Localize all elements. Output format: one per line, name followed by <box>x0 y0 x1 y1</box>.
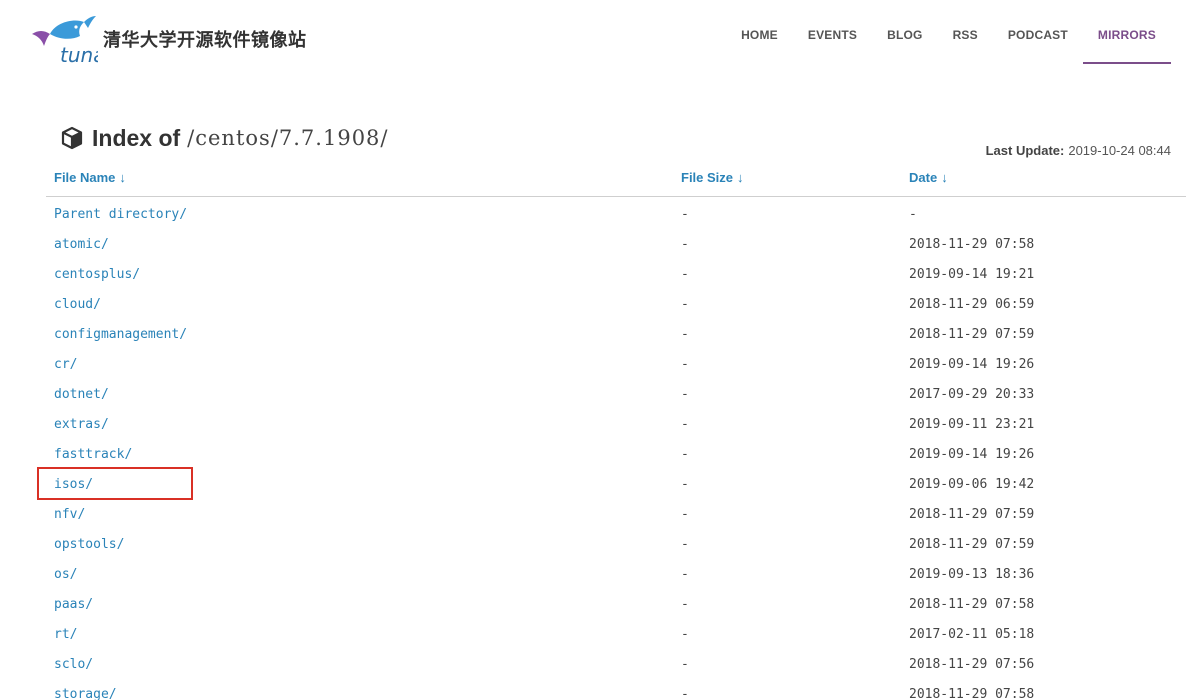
date-header-label: Date <box>909 170 938 185</box>
table-row: atomic/ - 2018-11-29 07:58 <box>46 229 1186 259</box>
file-size: - <box>681 387 689 402</box>
file-link[interactable]: sclo/ <box>54 657 93 672</box>
file-size: - <box>681 327 689 342</box>
file-link[interactable]: rt/ <box>54 627 77 642</box>
file-date: 2019-09-11 23:21 <box>909 417 1035 432</box>
table-row: os/ - 2019-09-13 18:36 <box>46 559 1186 589</box>
arrow-down-icon: ↓ <box>119 170 126 185</box>
file-date: - <box>909 207 917 222</box>
table-row: nfv/ - 2018-11-29 07:59 <box>46 499 1186 529</box>
cube-icon <box>61 126 83 150</box>
file-link[interactable]: os/ <box>54 567 77 582</box>
tuna-logo-icon: tuna <box>32 16 98 66</box>
file-link[interactable]: storage/ <box>54 687 117 700</box>
file-date: 2017-09-29 20:33 <box>909 387 1035 402</box>
nav-blog[interactable]: BLOG <box>872 0 937 64</box>
size-header-label: File Size <box>681 170 734 185</box>
mirror-index-page: tuna 清华大学开源软件镜像站 HOME EVENTS BLOG RSS PO… <box>0 0 1194 700</box>
nav-rss[interactable]: RSS <box>938 0 993 64</box>
site-title[interactable]: 清华大学开源软件镜像站 <box>103 26 307 52</box>
file-link[interactable]: centosplus/ <box>54 267 140 282</box>
file-link[interactable]: extras/ <box>54 417 109 432</box>
table-row: storage/ - 2018-11-29 07:58 <box>46 679 1186 700</box>
file-link[interactable]: cr/ <box>54 357 77 372</box>
last-update: Last Update: 2019-10-24 08:44 <box>986 143 1171 158</box>
file-size: - <box>681 297 689 312</box>
file-date: 2019-09-13 18:36 <box>909 567 1035 582</box>
file-link[interactable]: opstools/ <box>54 537 124 552</box>
file-size: - <box>681 657 689 672</box>
file-size: - <box>681 237 689 252</box>
table-row: opstools/ - 2018-11-29 07:59 <box>46 529 1186 559</box>
file-date: 2018-11-29 07:56 <box>909 657 1035 672</box>
file-size: - <box>681 567 689 582</box>
table-row: configmanagement/ - 2018-11-29 07:59 <box>46 319 1186 349</box>
table-row: cloud/ - 2018-11-29 06:59 <box>46 289 1186 319</box>
table-row: paas/ - 2018-11-29 07:58 <box>46 589 1186 619</box>
file-size: - <box>681 687 689 700</box>
table-row: isos/ - 2019-09-06 19:42 <box>46 469 1186 499</box>
file-date: 2018-11-29 07:59 <box>909 537 1035 552</box>
table-row: extras/ - 2019-09-11 23:21 <box>46 409 1186 439</box>
file-size: - <box>681 267 689 282</box>
site-brand[interactable]: tuna 清华大学开源软件镜像站 <box>30 14 320 66</box>
file-size: - <box>681 207 689 222</box>
top-nav: HOME EVENTS BLOG RSS PODCAST MIRRORS <box>726 0 1171 64</box>
file-size: - <box>681 507 689 522</box>
file-date: 2018-11-29 07:59 <box>909 327 1035 342</box>
table-row: sclo/ - 2018-11-29 07:56 <box>46 649 1186 679</box>
file-size: - <box>681 447 689 462</box>
file-date: 2018-11-29 07:58 <box>909 687 1035 700</box>
file-date: 2018-11-29 07:59 <box>909 507 1035 522</box>
page-title: Index of /centos/7.7.1908/ <box>60 122 389 154</box>
file-link[interactable]: cloud/ <box>54 297 101 312</box>
file-link[interactable]: paas/ <box>54 597 93 612</box>
file-size: - <box>681 357 689 372</box>
file-size: - <box>681 417 689 432</box>
table-body: Parent directory/ - - atomic/ - 2018-11-29 07… <box>46 199 1186 700</box>
file-date: 2019-09-14 19:26 <box>909 447 1035 462</box>
file-link[interactable]: fasttrack/ <box>54 447 132 462</box>
file-link[interactable]: nfv/ <box>54 507 85 522</box>
file-size: - <box>681 537 689 552</box>
table-row: fasttrack/ - 2019-09-14 19:26 <box>46 439 1186 469</box>
nav-events[interactable]: EVENTS <box>793 0 872 64</box>
table-row: dotnet/ - 2017-09-29 20:33 <box>46 379 1186 409</box>
table-row: Parent directory/ - - <box>46 199 1186 229</box>
file-size: - <box>681 627 689 642</box>
arrow-down-icon: ↓ <box>737 170 744 185</box>
file-link[interactable]: isos/ <box>54 477 93 492</box>
file-date: 2017-02-11 05:18 <box>909 627 1035 642</box>
sort-by-name[interactable]: File Name ↓ <box>54 170 126 185</box>
file-link[interactable]: Parent directory/ <box>54 207 187 222</box>
file-size: - <box>681 597 689 612</box>
file-link[interactable]: configmanagement/ <box>54 327 187 342</box>
table-header: File Name ↓ File Size ↓ Date ↓ <box>46 163 1186 197</box>
sort-by-date[interactable]: Date ↓ <box>909 170 948 185</box>
name-header-label: File Name <box>54 170 116 185</box>
nav-podcast[interactable]: PODCAST <box>993 0 1083 64</box>
last-update-label: Last Update: <box>985 143 1065 158</box>
arrow-down-icon: ↓ <box>941 170 948 185</box>
nav-mirrors[interactable]: MIRRORS <box>1082 0 1171 64</box>
table-row: cr/ - 2019-09-14 19:26 <box>46 349 1186 379</box>
file-date: 2019-09-14 19:26 <box>909 357 1035 372</box>
nav-home[interactable]: HOME <box>726 0 793 64</box>
file-size: - <box>681 477 689 492</box>
file-date: 2018-11-29 06:59 <box>909 297 1035 312</box>
file-link[interactable]: atomic/ <box>54 237 109 252</box>
file-listing-table: File Name ↓ File Size ↓ Date ↓ Parent direc… <box>46 163 1186 700</box>
file-date: 2019-09-14 19:21 <box>909 267 1035 282</box>
file-date: 2018-11-29 07:58 <box>909 597 1035 612</box>
table-row: rt/ - 2017-02-11 05:18 <box>46 619 1186 649</box>
title-prefix: Index of <box>92 124 181 151</box>
table-row: centosplus/ - 2019-09-14 19:21 <box>46 259 1186 289</box>
last-update-value: 2019-10-24 08:44 <box>1068 143 1171 158</box>
file-date: 2018-11-29 07:58 <box>909 237 1035 252</box>
file-date: 2019-09-06 19:42 <box>909 477 1035 492</box>
sort-by-size[interactable]: File Size ↓ <box>681 170 744 185</box>
file-link[interactable]: dotnet/ <box>54 387 109 402</box>
current-path: /centos/7.7.1908/ <box>187 126 389 150</box>
logo-text: tuna <box>60 43 98 66</box>
